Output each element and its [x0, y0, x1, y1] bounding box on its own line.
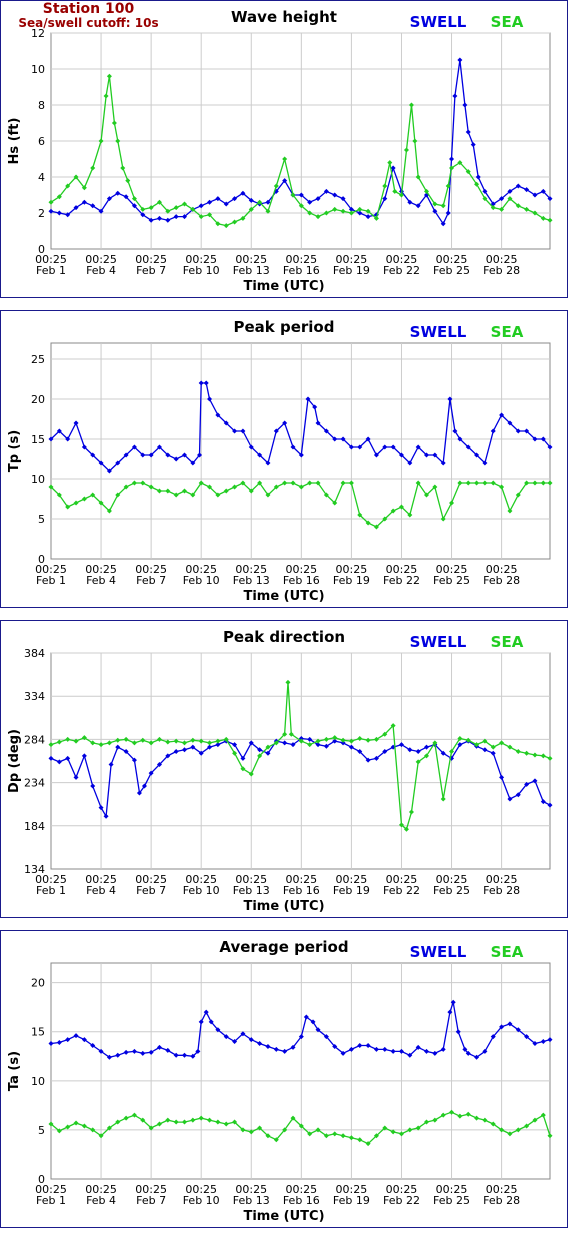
y-tick-label: 20	[31, 977, 45, 990]
x-tick-date: Feb 16	[283, 884, 320, 897]
y-tick-label: 5	[38, 513, 45, 526]
x-tick-date: Feb 10	[183, 884, 220, 897]
x-tick-date: Feb 4	[86, 884, 116, 897]
x-tick-date: Feb 1	[36, 1194, 66, 1207]
y-tick-label: 234	[24, 777, 45, 790]
y-tick-label: 10	[31, 473, 45, 486]
x-tick-date: Feb 1	[36, 884, 66, 897]
x-tick-date: Feb 22	[383, 1194, 420, 1207]
x-tick-date: Feb 16	[283, 574, 320, 587]
x-tick-date: Feb 25	[433, 884, 470, 897]
x-tick-date: Feb 25	[433, 264, 470, 277]
x-tick-date: Feb 10	[183, 264, 220, 277]
x-tick-date: Feb 4	[86, 264, 116, 277]
y-tick-label: 15	[31, 433, 45, 446]
x-tick-date: Feb 13	[233, 1194, 270, 1207]
legend-sea: SEA	[491, 13, 524, 31]
wave-height-chart: 02468101200:25Feb 100:25Feb 400:25Feb 70…	[7, 8, 553, 294]
x-tick-date: Feb 10	[183, 1194, 220, 1207]
y-tick-label: 10	[31, 1075, 45, 1088]
x-tick-date: Feb 13	[233, 884, 270, 897]
chart-title: Wave height	[231, 8, 337, 26]
y-tick-label: 5	[38, 1124, 45, 1137]
x-axis-label: Time (UTC)	[243, 279, 324, 294]
legend-sea: SEA	[491, 633, 524, 651]
x-tick-date: Feb 28	[483, 1194, 520, 1207]
chart-title: Average period	[219, 938, 348, 956]
plot-area	[50, 962, 551, 1180]
x-tick-date: Feb 28	[483, 574, 520, 587]
y-tick-label: 334	[24, 690, 45, 703]
y-tick-label: 384	[24, 647, 45, 660]
x-tick-date: Feb 7	[136, 574, 166, 587]
peak-direction-chart: 13418423428433438400:25Feb 100:25Feb 400…	[7, 628, 553, 914]
y-axis-label: Tp (s)	[7, 430, 22, 472]
x-tick-date: Feb 28	[483, 264, 520, 277]
peak-period-chart: 051015202500:25Feb 100:25Feb 400:25Feb 7…	[7, 318, 553, 604]
x-tick-date: Feb 25	[433, 574, 470, 587]
x-tick-date: Feb 22	[383, 264, 420, 277]
y-tick-label: 25	[31, 353, 45, 366]
x-tick-date: Feb 7	[136, 264, 166, 277]
y-tick-label: 15	[31, 1026, 45, 1039]
y-tick-label: 284	[24, 733, 45, 746]
x-tick-date: Feb 19	[333, 1194, 370, 1207]
x-tick-date: Feb 7	[136, 884, 166, 897]
x-tick-date: Feb 16	[283, 1194, 320, 1207]
wave-height-panel: Station 100 Sea/swell cutoff: 10s 024681…	[0, 0, 568, 298]
x-tick-date: Feb 22	[383, 884, 420, 897]
peak-direction-panel: 134 184 234 284 334 384 00:25 Feb 1 00:25 Feb 4 00…	[0, 620, 568, 918]
x-tick-date: Feb 19	[333, 884, 370, 897]
x-axis-label: Time (UTC)	[243, 1209, 324, 1224]
average-period-panel: 0 5 10 15 20 00:25 Feb 1 00:25 Feb 4 00:25 Feb 7 00…	[0, 930, 568, 1228]
x-tick-date: Feb 4	[86, 1194, 116, 1207]
chart-title: Peak direction	[223, 628, 345, 646]
legend-swell: SWELL	[410, 943, 467, 961]
x-tick-date: Feb 1	[36, 264, 66, 277]
x-tick-date: Feb 4	[86, 574, 116, 587]
x-tick-date: Feb 10	[183, 574, 220, 587]
x-tick-date: Feb 7	[136, 1194, 166, 1207]
y-tick-label: 20	[31, 393, 45, 406]
legend-swell: SWELL	[410, 323, 467, 341]
x-tick-date: Feb 1	[36, 574, 66, 587]
x-tick-date: Feb 16	[283, 264, 320, 277]
x-axis-label: Time (UTC)	[243, 899, 324, 914]
x-tick-date: Feb 13	[233, 574, 270, 587]
plot-area	[50, 342, 551, 560]
x-tick-date: Feb 19	[333, 574, 370, 587]
y-tick-label: 184	[24, 820, 45, 833]
legend-sea: SEA	[491, 323, 524, 341]
x-tick-date: Feb 19	[333, 264, 370, 277]
y-axis-label: Hs (ft)	[7, 118, 22, 165]
legend-swell: SWELL	[410, 13, 467, 31]
x-axis-label: Time (UTC)	[243, 589, 324, 604]
average-period-chart: 0510152000:25Feb 100:25Feb 400:25Feb 700…	[7, 938, 553, 1224]
y-tick-label: 6	[38, 135, 45, 148]
x-tick-date: Feb 28	[483, 884, 520, 897]
y-tick-label: 4	[38, 171, 45, 184]
chart-title: Peak period	[234, 318, 335, 336]
y-tick-label: 12	[31, 27, 45, 40]
y-axis-label: Ta (s)	[7, 1051, 22, 1091]
peak-period-panel: 0 5 10 15 20 25 00:25 Feb 1 00:25 Feb 4 00:25 Feb 7…	[0, 310, 568, 608]
y-tick-label: 2	[38, 207, 45, 220]
legend-sea: SEA	[491, 943, 524, 961]
x-tick-date: Feb 22	[383, 574, 420, 587]
y-tick-label: 8	[38, 99, 45, 112]
plot-area	[50, 652, 551, 870]
x-tick-date: Feb 13	[233, 264, 270, 277]
y-axis-label: Dp (deg)	[7, 729, 22, 793]
x-tick-date: Feb 25	[433, 1194, 470, 1207]
legend-swell: SWELL	[410, 633, 467, 651]
y-tick-label: 10	[31, 63, 45, 76]
